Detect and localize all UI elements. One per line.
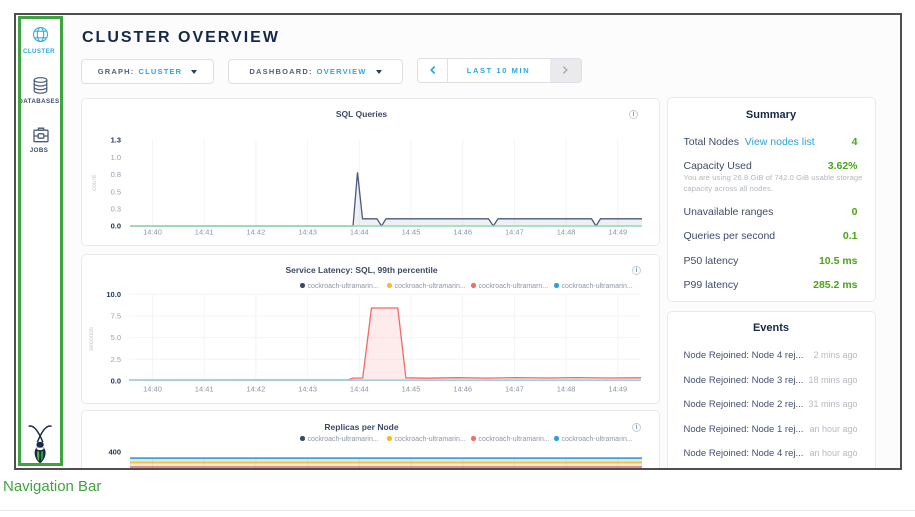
svg-text:14:47: 14:47 — [505, 228, 524, 237]
svg-text:14:46: 14:46 — [453, 384, 472, 393]
svg-text:14:46: 14:46 — [453, 228, 472, 237]
svg-text:count: count — [91, 175, 98, 191]
svg-text:14:40: 14:40 — [143, 228, 162, 237]
svg-text:14:47: 14:47 — [505, 384, 524, 393]
svg-text:0.8: 0.8 — [111, 170, 121, 179]
svg-text:14:43: 14:43 — [298, 384, 317, 393]
svg-text:14:43: 14:43 — [298, 228, 317, 237]
svg-text:14:49: 14:49 — [608, 384, 627, 393]
svg-text:2.5: 2.5 — [111, 355, 121, 364]
svg-text:1.3: 1.3 — [111, 136, 121, 145]
svg-text:14:48: 14:48 — [557, 384, 576, 393]
svg-text:5.0: 5.0 — [111, 333, 121, 342]
svg-text:400: 400 — [108, 447, 121, 456]
svg-text:14:45: 14:45 — [402, 384, 421, 393]
svg-text:14:40: 14:40 — [143, 384, 162, 393]
svg-text:0.3: 0.3 — [111, 205, 121, 214]
svg-text:14:44: 14:44 — [350, 228, 369, 237]
svg-text:14:41: 14:41 — [195, 228, 214, 237]
svg-text:seconds: seconds — [88, 326, 95, 351]
svg-text:14:42: 14:42 — [247, 228, 266, 237]
svg-text:1.0: 1.0 — [111, 153, 121, 162]
svg-text:7.5: 7.5 — [111, 311, 121, 320]
svg-text:14:44: 14:44 — [350, 384, 369, 393]
svg-text:0.0: 0.0 — [111, 222, 121, 231]
svg-text:14:49: 14:49 — [608, 228, 627, 237]
svg-text:14:48: 14:48 — [557, 228, 576, 237]
svg-text:14:42: 14:42 — [247, 384, 266, 393]
svg-text:0.5: 0.5 — [111, 187, 121, 196]
svg-text:14:41: 14:41 — [195, 384, 214, 393]
svg-text:10.0: 10.0 — [106, 290, 121, 299]
svg-text:14:45: 14:45 — [402, 228, 421, 237]
svg-text:0.0: 0.0 — [111, 376, 121, 385]
